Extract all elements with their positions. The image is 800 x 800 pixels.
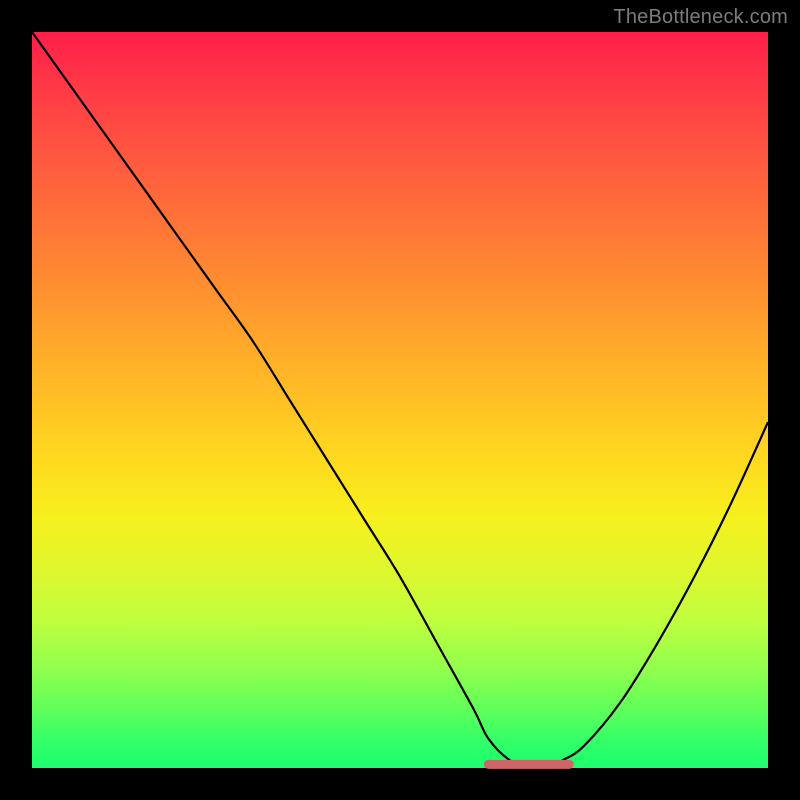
watermark-text: TheBottleneck.com bbox=[613, 6, 788, 29]
plot-area bbox=[32, 32, 768, 768]
chart-frame: TheBottleneck.com bbox=[0, 0, 800, 800]
curve-svg bbox=[32, 32, 768, 768]
bottleneck-curve bbox=[32, 32, 768, 769]
